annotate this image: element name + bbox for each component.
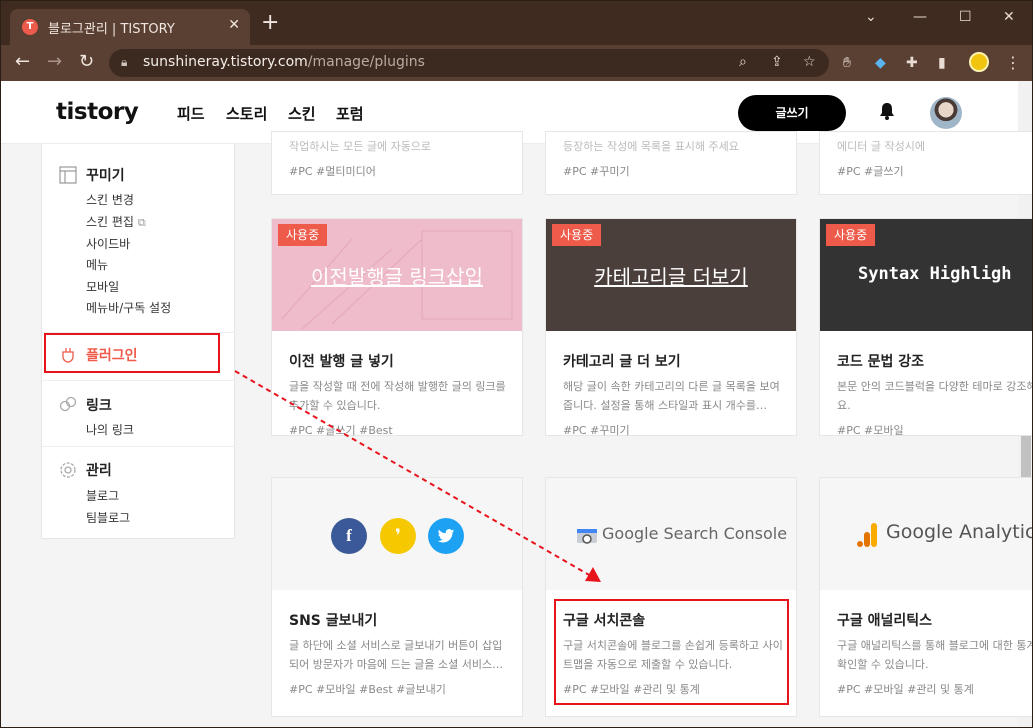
maximize-icon[interactable]: ☐ xyxy=(959,9,972,25)
lock-icon: 🔒︎ xyxy=(121,55,128,69)
bookmark-star-icon[interactable]: ☆ xyxy=(803,54,816,70)
share-icon[interactable]: ⇪ xyxy=(771,54,783,70)
menu-icon[interactable]: ⋮ xyxy=(1005,53,1021,72)
profile-icon[interactable] xyxy=(969,52,989,72)
page-content: tistory 피드 스토리 스킨 포럼 글쓰기 꾸미기 스킨 변경 스킨 편집… xyxy=(1,81,1032,727)
new-tab-icon[interactable]: + xyxy=(261,12,279,34)
extension-hand-icon[interactable]: ✋︎ xyxy=(843,55,851,71)
url-text: sunshineray.tistory.com/manage/plugins xyxy=(143,54,425,70)
zoom-icon[interactable]: ⌕ xyxy=(739,54,747,70)
tab-search-icon[interactable]: ⌄ xyxy=(865,9,877,25)
address-bar[interactable]: 🔒︎ sunshineray.tistory.com/manage/plugin… xyxy=(109,49,829,77)
tab-title: 블로그관리 | TISTORY xyxy=(48,22,175,37)
minimize-icon[interactable]: — xyxy=(913,9,927,25)
browser-tab[interactable]: T 블로그관리 | TISTORY ✕ xyxy=(10,9,250,45)
extension-gem-icon[interactable]: ◆ xyxy=(875,55,886,71)
browser-toolbar: ← → ↻ 🔒︎ sunshineray.tistory.com/manage/… xyxy=(1,45,1032,81)
tab-close-icon[interactable]: ✕ xyxy=(228,17,240,33)
reload-icon[interactable]: ↻ xyxy=(79,52,94,72)
extensions-puzzle-icon[interactable]: ✚ xyxy=(906,55,918,71)
browser-window: T 블로그관리 | TISTORY ✕ + ⌄ — ☐ ✕ ← → ↻ 🔒︎ s… xyxy=(0,0,1033,728)
forward-icon[interactable]: → xyxy=(47,52,62,72)
close-window-icon[interactable]: ✕ xyxy=(1003,9,1015,25)
side-panel-icon[interactable]: ▮ xyxy=(938,55,946,71)
tistory-favicon-icon: T xyxy=(22,19,38,35)
back-icon[interactable]: ← xyxy=(15,52,30,72)
annotation-arrow xyxy=(234,370,601,582)
title-bar: T 블로그관리 | TISTORY ✕ + ⌄ — ☐ ✕ xyxy=(1,1,1032,45)
